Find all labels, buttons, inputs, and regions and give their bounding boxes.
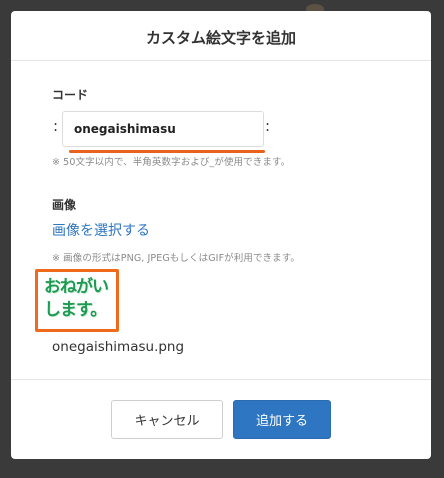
- dialog-footer: キャンセル 追加する: [11, 379, 431, 459]
- image-format-note: ※ 画像の形式はPNG, JPEGもしくはGIFが利用できます。: [52, 253, 300, 264]
- emoji-preview-image: おねがいします。: [44, 277, 109, 320]
- code-format-note: ※ 50文字以内で、半角英数字および_が使用できます。: [52, 157, 291, 168]
- image-label: 画像: [52, 198, 77, 212]
- add-custom-emoji-dialog: カスタム絵文字を追加 コード : : ※ 50文字以内で、半角英数字および_が使…: [11, 11, 431, 459]
- colon-prefix: :: [53, 117, 59, 135]
- add-button[interactable]: 追加する: [233, 400, 331, 439]
- image-file-name: onegaishimasu.png: [52, 339, 185, 355]
- dialog-title: カスタム絵文字を追加: [145, 29, 296, 47]
- colon-suffix: :: [265, 117, 271, 135]
- dialog-header: カスタム絵文字を追加: [11, 11, 431, 61]
- emoji-code-input[interactable]: [62, 111, 264, 147]
- cancel-button[interactable]: キャンセル: [111, 400, 223, 439]
- input-highlight-underline: [69, 150, 265, 153]
- dialog-body: コード : : ※ 50文字以内で、半角英数字および_が使用できます。 画像 画…: [11, 61, 431, 379]
- code-label: コード: [52, 88, 89, 102]
- emoji-preview-frame: おねがいします。: [35, 269, 119, 332]
- select-image-link[interactable]: 画像を選択する: [52, 220, 150, 240]
